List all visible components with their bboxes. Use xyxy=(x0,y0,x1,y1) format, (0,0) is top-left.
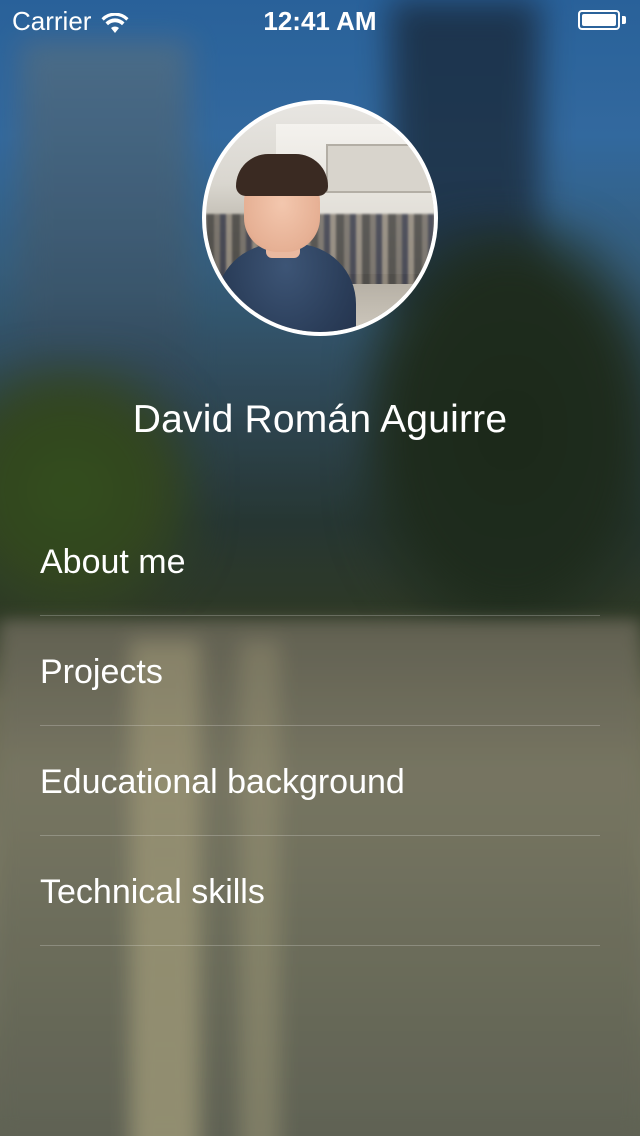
profile-avatar[interactable] xyxy=(202,100,438,336)
menu-item-label: Educational background xyxy=(40,763,405,801)
status-bar: Carrier 12:41 AM xyxy=(0,0,640,40)
menu-item-technical-skills[interactable]: Technical skills xyxy=(40,836,600,946)
app-screen: Carrier 12:41 AM David Román Aguirre Abo… xyxy=(0,0,640,1136)
status-time: 12:41 AM xyxy=(263,6,377,36)
menu-item-about-me[interactable]: About me xyxy=(40,506,600,616)
battery-full-icon xyxy=(578,10,628,32)
profile-name: David Román Aguirre xyxy=(132,398,508,441)
menu-item-projects[interactable]: Projects xyxy=(40,616,600,726)
menu-item-label: Technical skills xyxy=(40,873,265,911)
menu-item-label: About me xyxy=(40,543,186,581)
menu-item-label: Projects xyxy=(40,653,163,691)
menu-item-educational-background[interactable]: Educational background xyxy=(40,726,600,836)
main-menu: About me Projects Educational background… xyxy=(40,506,600,946)
